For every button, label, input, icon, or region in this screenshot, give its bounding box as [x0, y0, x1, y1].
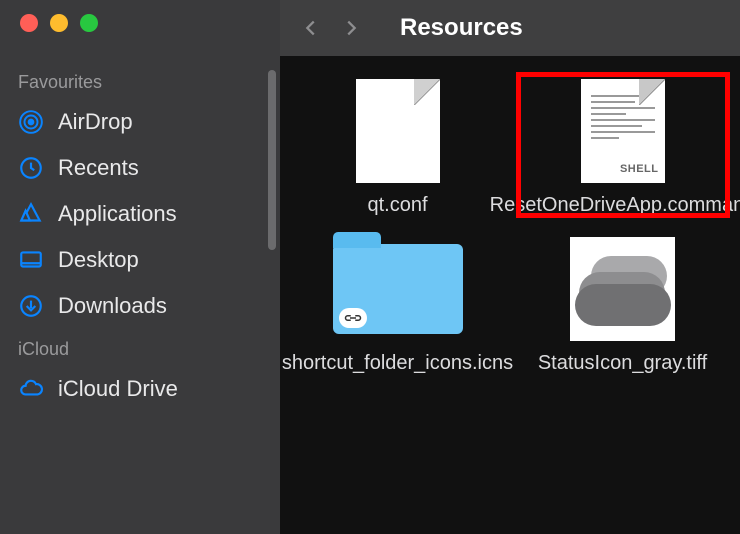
airdrop-icon	[18, 109, 44, 135]
file-label: qt.conf	[367, 193, 427, 218]
sidebar-item-label: Desktop	[58, 247, 139, 273]
sidebar-item-label: AirDrop	[58, 109, 133, 135]
sidebar-section-favourites: Favourites	[0, 62, 280, 99]
sidebar-item-label: Recents	[58, 155, 139, 181]
downloads-icon	[18, 293, 44, 319]
file-type-badge: SHELL	[620, 163, 659, 175]
sidebar-item-recents[interactable]: Recents	[0, 145, 280, 191]
image-thumbnail	[570, 236, 675, 341]
desktop-icon	[18, 247, 44, 273]
minimize-window-button[interactable]	[50, 14, 68, 32]
file-label: StatusIcon_gray.tiff	[538, 351, 707, 376]
file-item[interactable]: SHELL ResetOneDriveApp.command	[518, 78, 728, 218]
cloud-icon	[18, 376, 44, 402]
clock-icon	[18, 155, 44, 181]
sidebar-item-label: Downloads	[58, 293, 167, 319]
shell-file-icon: SHELL	[570, 78, 675, 183]
sidebar-section-icloud: iCloud	[0, 329, 280, 366]
nav-forward-button[interactable]	[340, 17, 362, 39]
sidebar-scrollbar[interactable]	[268, 70, 276, 250]
finder-window: Favourites AirDrop Recents Applications …	[0, 0, 740, 534]
main-panel: Resources qt.conf SHELL ResetOneD	[280, 0, 740, 534]
alias-badge-icon	[339, 308, 367, 328]
sidebar-item-downloads[interactable]: Downloads	[0, 283, 280, 329]
sidebar-item-icloud-drive[interactable]: iCloud Drive	[0, 366, 280, 412]
file-label: shortcut_folder_icons.icns	[282, 351, 513, 376]
sidebar-item-desktop[interactable]: Desktop	[0, 237, 280, 283]
file-item[interactable]: shortcut_folder_icons.icns	[293, 236, 503, 376]
zoom-window-button[interactable]	[80, 14, 98, 32]
sidebar-item-label: Applications	[58, 201, 177, 227]
sidebar: Favourites AirDrop Recents Applications …	[0, 0, 280, 534]
titlebar: Resources	[280, 0, 740, 56]
folder-title: Resources	[400, 14, 523, 42]
window-controls	[0, 14, 280, 62]
sidebar-item-applications[interactable]: Applications	[0, 191, 280, 237]
folder-icon	[328, 236, 468, 341]
apps-icon	[18, 201, 44, 227]
file-icon	[345, 78, 450, 183]
nav-back-button[interactable]	[300, 17, 322, 39]
file-item[interactable]: StatusIcon_gray.tiff	[518, 236, 728, 376]
close-window-button[interactable]	[20, 14, 38, 32]
file-grid: qt.conf SHELL ResetOneDriveApp.command	[280, 56, 740, 534]
sidebar-item-label: iCloud Drive	[58, 376, 178, 402]
file-item[interactable]: qt.conf	[293, 78, 503, 218]
sidebar-item-airdrop[interactable]: AirDrop	[0, 99, 280, 145]
